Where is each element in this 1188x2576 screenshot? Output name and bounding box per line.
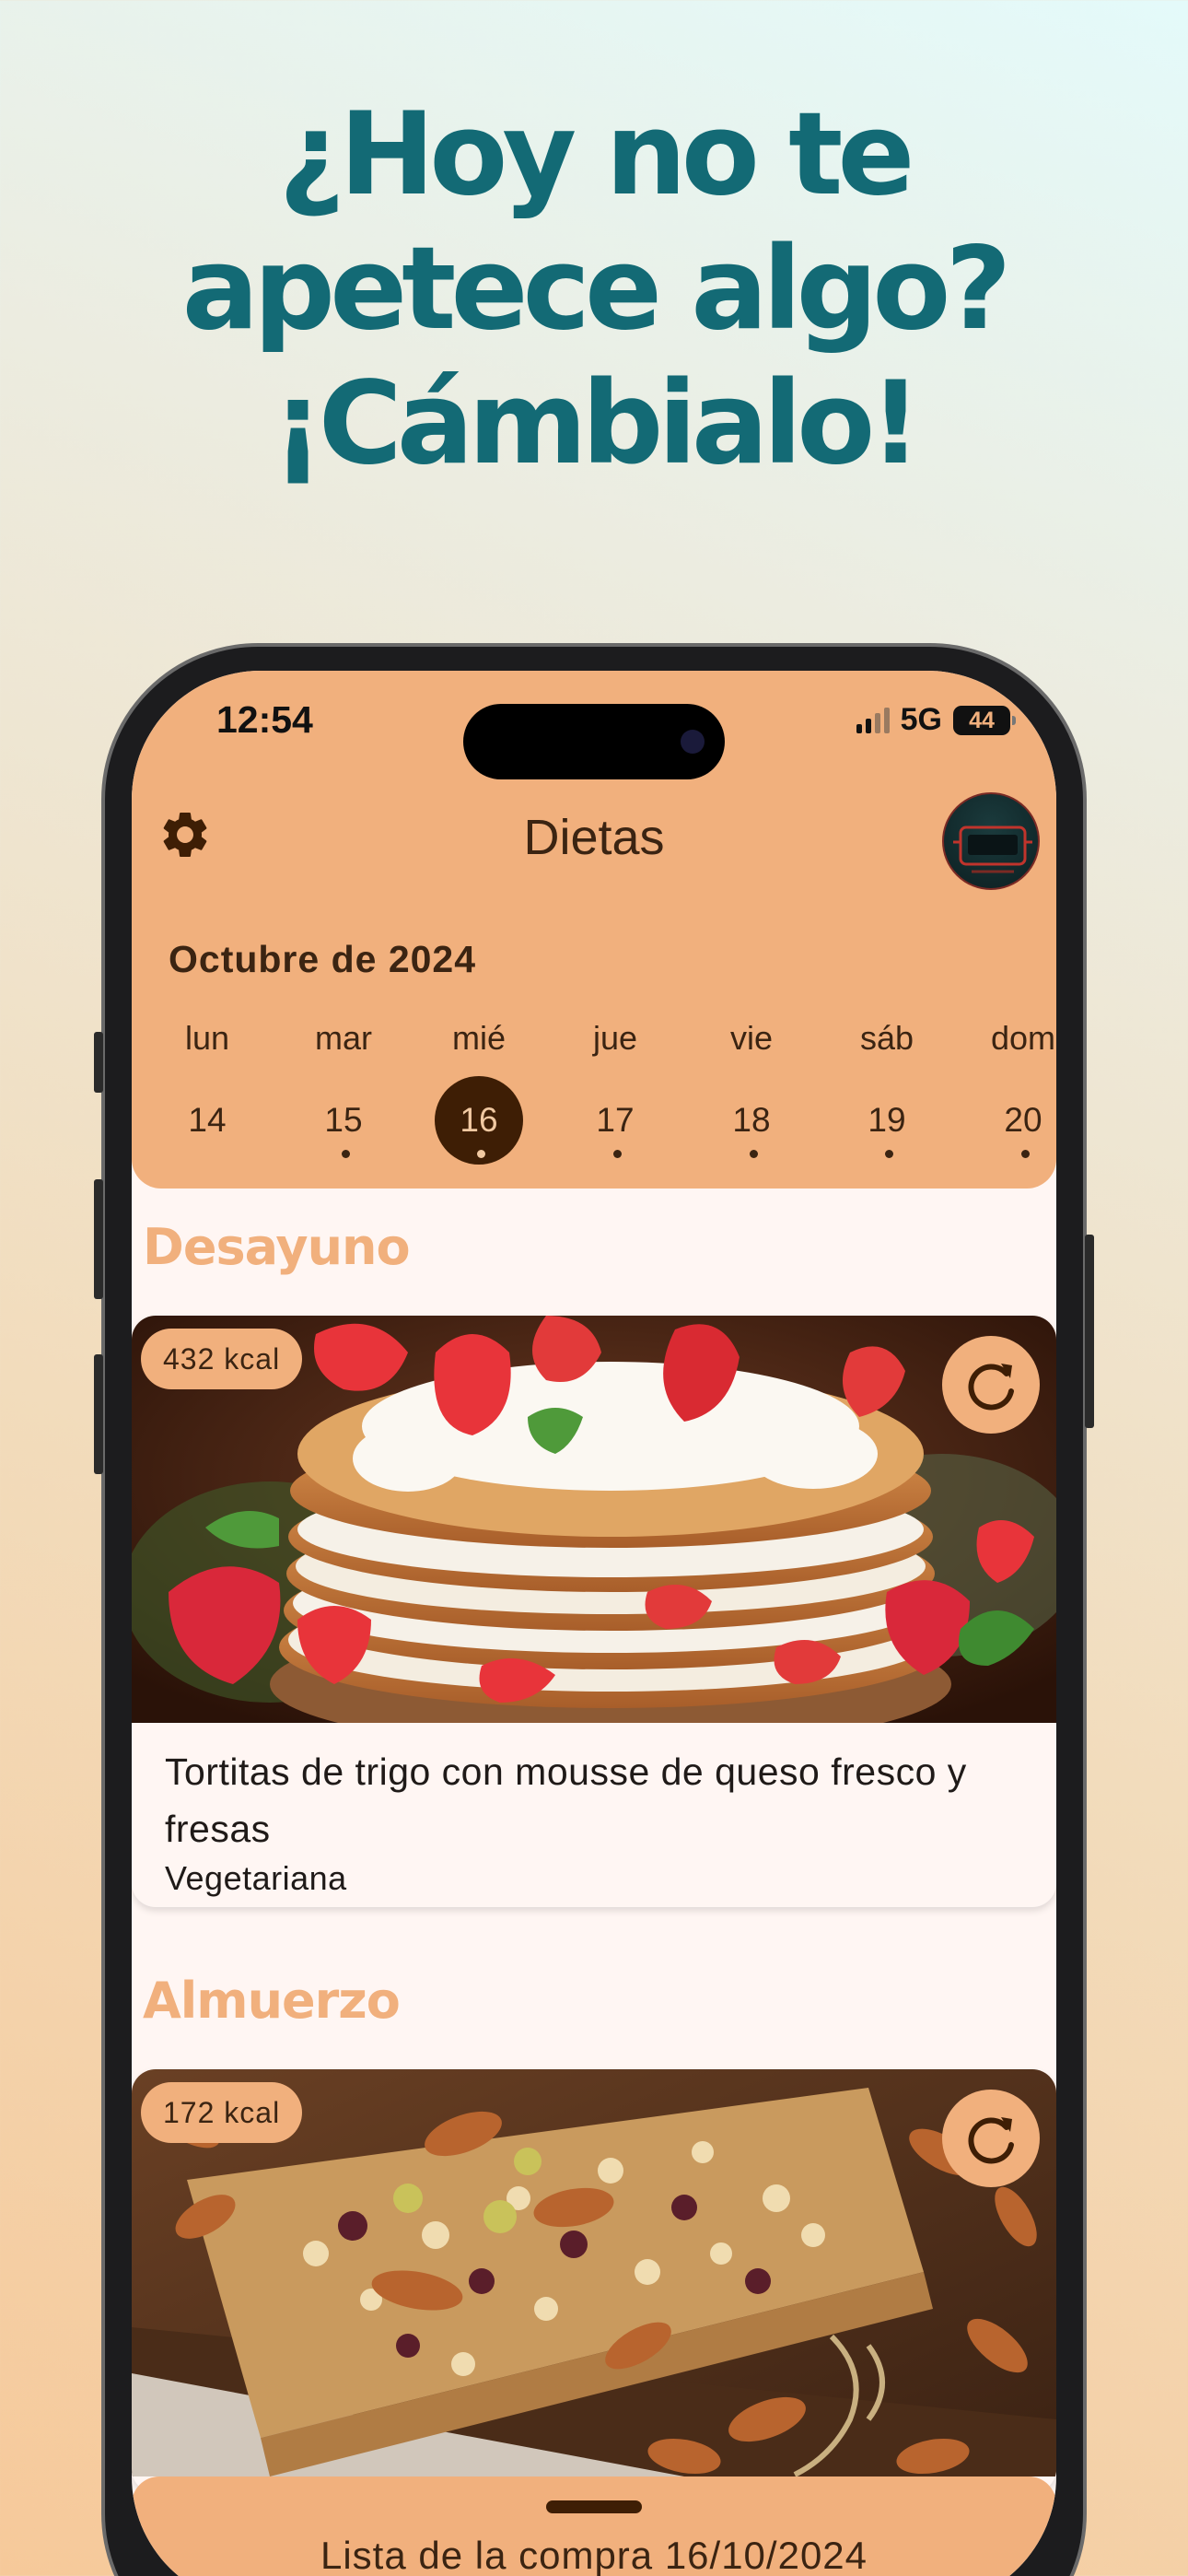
day-number: 14 (188, 1101, 227, 1139)
day-number: 17 (596, 1101, 635, 1139)
granola-bar-photo: 172 kcal (132, 2069, 1056, 2476)
day-number: 16 (460, 1101, 498, 1139)
day-number: 18 (732, 1101, 771, 1139)
dynamic-island (463, 704, 725, 779)
power-button (1085, 1235, 1094, 1428)
planned-dot (885, 1150, 893, 1158)
meal-tag: Vegetariana (165, 1859, 347, 1897)
meal-card-breakfast[interactable]: 432 kcal Tortitas de trigo con mousse de… (132, 1316, 1056, 1907)
network-label: 5G (900, 702, 942, 737)
volume-down-button (94, 1354, 103, 1474)
kcal-badge: 432 kcal (141, 1329, 303, 1389)
signal-icon (856, 707, 890, 733)
refresh-icon[interactable] (942, 1336, 1040, 1434)
weekday-label: sáb (859, 1019, 914, 1057)
day-18[interactable]: 18 (696, 1076, 807, 1168)
pancakes-strawberries-photo: 432 kcal (132, 1316, 1056, 1723)
headline-line-2: apetece algo? (181, 223, 1012, 356)
weekday-label: mié (451, 1019, 506, 1057)
planned-dot (750, 1150, 758, 1158)
day-17[interactable]: 17 (560, 1076, 670, 1168)
day-20[interactable]: 20 (968, 1076, 1056, 1168)
avatar[interactable] (942, 792, 1040, 890)
weekday-label: lun (184, 1019, 230, 1057)
day-number: 15 (324, 1101, 363, 1139)
app-header: 12:54 5G 44 Dietas Octubre de 2024 lun m… (132, 671, 1056, 1188)
status-indicators: 5G 44 (856, 702, 1016, 738)
shopping-list-label: Lista de la compra 16/10/2024 (320, 2534, 868, 2576)
battery-icon: 44 (953, 705, 1016, 735)
headline-line-1: ¿Hoy no te (278, 88, 915, 221)
refresh-icon[interactable] (942, 2090, 1040, 2187)
planned-dot (1021, 1150, 1030, 1158)
day-number: 20 (1004, 1101, 1042, 1139)
drag-handle[interactable] (546, 2500, 642, 2513)
weekday-label: mar (315, 1019, 372, 1057)
kcal-badge: 172 kcal (141, 2082, 303, 2143)
meal-card-lunch[interactable]: 172 kcal (132, 2069, 1056, 2493)
weekday-label: dom (990, 1019, 1056, 1057)
app-title: Dietas (523, 810, 665, 865)
weekday-label: jue (592, 1019, 638, 1057)
action-button (94, 1032, 103, 1093)
headline-line-3: ¡Cámbialo! (272, 357, 922, 490)
day-number: 19 (868, 1101, 906, 1139)
app-screen: 12:54 5G 44 Dietas Octubre de 2024 lun m… (132, 671, 1056, 2576)
weekday-label: vie (729, 1019, 774, 1057)
camera-icon (681, 730, 705, 754)
calendar-month: Octubre de 2024 (169, 938, 477, 980)
day-19[interactable]: 19 (832, 1076, 942, 1168)
status-time: 12:54 (216, 698, 313, 741)
planned-dot (613, 1150, 622, 1158)
shopping-list-sheet[interactable]: Lista de la compra 16/10/2024 (132, 2476, 1056, 2576)
section-title-breakfast: Desayuno (143, 1218, 411, 1276)
day-15[interactable]: 15 (288, 1076, 399, 1168)
section-title-lunch: Almuerzo (143, 1972, 401, 2030)
meal-name: Tortitas de trigo con mousse de queso fr… (165, 1751, 967, 1850)
planned-dot (342, 1150, 350, 1158)
promo-headline: ¿Hoy no te apetece algo? ¡Cámbialo! (0, 88, 1188, 491)
planned-dot (477, 1150, 485, 1158)
day-14[interactable]: 14 (152, 1076, 262, 1168)
volume-up-button (94, 1179, 103, 1299)
day-16-selected[interactable]: 16 (424, 1076, 534, 1168)
